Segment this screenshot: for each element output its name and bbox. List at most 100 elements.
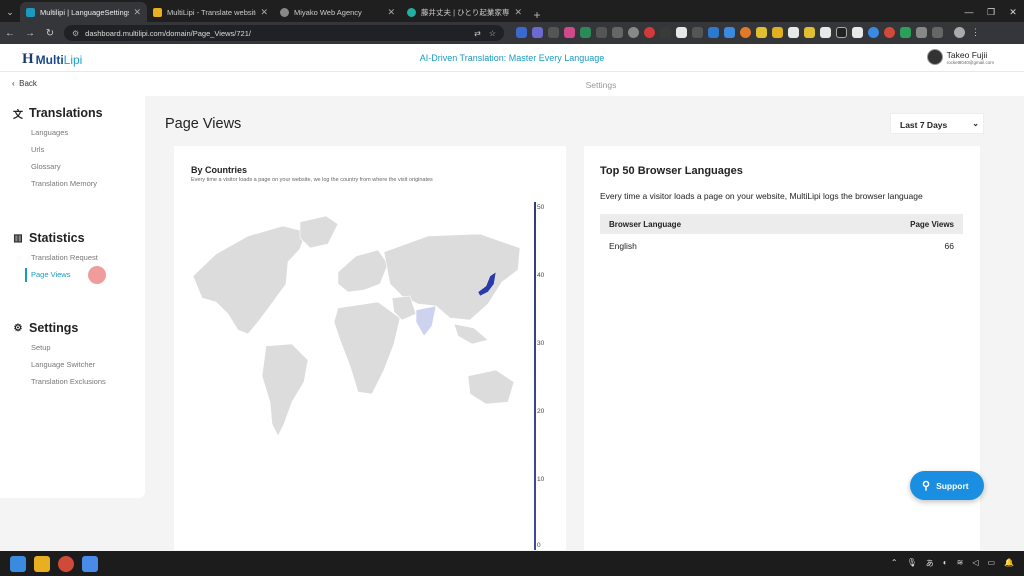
active-indicator	[25, 268, 27, 282]
australia	[467, 369, 515, 405]
extension-icon[interactable]	[756, 27, 767, 38]
close-window-icon[interactable]: ✕	[1002, 2, 1024, 22]
minimize-icon[interactable]: —	[958, 2, 980, 22]
notification-bell-icon[interactable]: 🔔	[1004, 558, 1014, 569]
browser-toolbar: ← → ↻ ⚙ dashboard.multilipi.com/domain/P…	[0, 22, 1024, 44]
browser-tab[interactable]: Miyako Web Agency ✕	[274, 2, 401, 22]
close-tab-icon[interactable]: ✕	[133, 7, 141, 18]
chrome-icon[interactable]	[58, 555, 74, 572]
extension-icon[interactable]	[628, 27, 639, 38]
avatar[interactable]	[926, 49, 943, 65]
date-range-select[interactable]: Last 7 Days ⌄	[890, 113, 984, 134]
system-tray: ⌃ 🎙 あ ◐ ≋ ◁ ▭ 🔔	[891, 558, 1024, 569]
southeast-asia	[453, 323, 489, 345]
sidebar: 文 Translations Languages Urls Glossary T…	[0, 96, 145, 498]
gear-icon: ⚙	[13, 322, 23, 334]
tab-title: 藤井丈夫 | ひとり起業家専門のWe	[421, 7, 510, 17]
file-explorer-icon[interactable]	[34, 555, 50, 572]
windows-start-icon[interactable]	[10, 555, 26, 572]
browser-tab-active[interactable]: Multilipi | LanguageSettings ✕	[20, 2, 147, 22]
world-map[interactable]	[188, 214, 528, 444]
close-tab-icon[interactable]: ✕	[387, 7, 395, 18]
sidebar-item-languages[interactable]: Languages	[31, 128, 68, 137]
reload-icon[interactable]: ↻	[40, 28, 60, 39]
countries-title: By Countries	[191, 165, 248, 175]
africa	[333, 301, 401, 395]
sidebar-item-translation-memory[interactable]: Translation Memory	[31, 179, 97, 188]
extension-icon[interactable]	[772, 27, 783, 38]
europe	[337, 249, 389, 293]
extension-icon[interactable]	[900, 27, 911, 38]
extension-icon[interactable]	[580, 27, 591, 38]
extensions-puzzle-icon[interactable]	[916, 27, 927, 38]
extension-icon[interactable]	[596, 27, 607, 38]
kebab-menu-icon[interactable]: ⋮	[970, 27, 981, 38]
south-america	[261, 343, 309, 437]
maximize-icon[interactable]: ❐	[980, 2, 1002, 22]
bookmark-star-icon[interactable]: ☆	[489, 29, 496, 38]
extension-icon[interactable]	[708, 27, 719, 38]
extension-icon[interactable]	[644, 27, 655, 38]
extension-icon[interactable]	[564, 27, 575, 38]
extension-icon[interactable]	[868, 27, 879, 38]
close-tab-icon[interactable]: ✕	[514, 7, 522, 18]
sidebar-item-glossary[interactable]: Glossary	[31, 162, 61, 171]
table-header: Browser Language Page Views	[600, 214, 963, 234]
sidebar-item-translation-request[interactable]: Translation Request	[31, 253, 98, 262]
new-tab-icon[interactable]: +	[528, 8, 546, 22]
extension-icon[interactable]	[612, 27, 623, 38]
section-title: Settings	[29, 321, 79, 335]
tab-title: Miyako Web Agency	[294, 7, 362, 17]
profile-avatar-icon[interactable]	[954, 27, 965, 38]
extension-icon[interactable]	[532, 27, 543, 38]
notepad-icon[interactable]	[82, 555, 98, 572]
app-header: H Multi Lipi AI-Driven Translation: Maste…	[0, 44, 1024, 72]
close-tab-icon[interactable]: ✕	[260, 7, 268, 18]
extension-icon[interactable]	[740, 27, 751, 38]
chevron-up-icon[interactable]: ⌃	[891, 558, 898, 569]
sidebar-item-page-views[interactable]: Page Views	[31, 270, 70, 279]
extension-icon[interactable]	[548, 27, 559, 38]
extension-icon[interactable]	[788, 27, 799, 38]
support-button[interactable]: ⚲ Support	[910, 471, 984, 500]
user-menu[interactable]: Takeo Fujii rocket8040@gmail.com	[926, 49, 994, 65]
forward-arrow-icon[interactable]: →	[20, 28, 40, 39]
sidepanel-icon[interactable]	[932, 27, 943, 38]
tab-search-icon[interactable]: ⌄	[0, 2, 20, 22]
languages-title: Top 50 Browser Languages	[600, 165, 743, 177]
date-range-value: Last 7 Days	[900, 120, 948, 130]
sidebar-item-urls[interactable]: Urls	[31, 145, 44, 154]
user-name: Takeo Fujii	[946, 49, 988, 60]
settings-title: Settings	[585, 80, 617, 90]
browser-tab-strip: ⌄ Multilipi | LanguageSettings ✕ MultiLi…	[0, 0, 1024, 22]
extension-icon[interactable]	[820, 27, 831, 38]
site-info-icon[interactable]: ⚙	[72, 29, 79, 38]
extension-icon[interactable]	[804, 27, 815, 38]
volume-icon[interactable]: ◁	[972, 558, 978, 569]
support-label: Support	[936, 480, 969, 491]
battery-icon[interactable]: ▭	[987, 558, 995, 569]
extension-icon[interactable]	[884, 27, 895, 38]
extension-icon[interactable]	[692, 27, 703, 38]
extension-icon[interactable]	[724, 27, 735, 38]
translate-icon[interactable]: ⇄	[474, 29, 481, 38]
address-bar[interactable]: ⚙ dashboard.multilipi.com/domain/Page_Vi…	[64, 25, 504, 41]
sidebar-item-translation-exclusions[interactable]: Translation Exclusions	[31, 377, 106, 386]
browser-tab[interactable]: MultiLipi - Translate websites in ✕	[147, 2, 274, 22]
ime-icon[interactable]: あ	[926, 558, 934, 569]
sidebar-item-language-switcher[interactable]: Language Switcher	[31, 360, 95, 369]
extension-icon[interactable]	[836, 27, 847, 38]
india	[415, 305, 437, 337]
extension-icon[interactable]	[852, 27, 863, 38]
wifi-icon[interactable]: ≋	[957, 558, 964, 569]
sync-icon[interactable]: ◐	[943, 558, 948, 569]
cell-language: English	[609, 241, 637, 251]
sidebar-item-setup[interactable]: Setup	[31, 343, 51, 352]
back-arrow-icon[interactable]: ←	[0, 28, 20, 39]
microphone-icon[interactable]: 🎙	[907, 558, 917, 569]
languages-subtitle: Every time a visitor loads a page on you…	[600, 191, 923, 201]
extension-icon[interactable]	[676, 27, 687, 38]
extension-icon[interactable]	[660, 27, 671, 38]
browser-tab[interactable]: 藤井丈夫 | ひとり起業家専門のWe ✕	[401, 2, 528, 22]
extension-icon[interactable]	[516, 27, 527, 38]
